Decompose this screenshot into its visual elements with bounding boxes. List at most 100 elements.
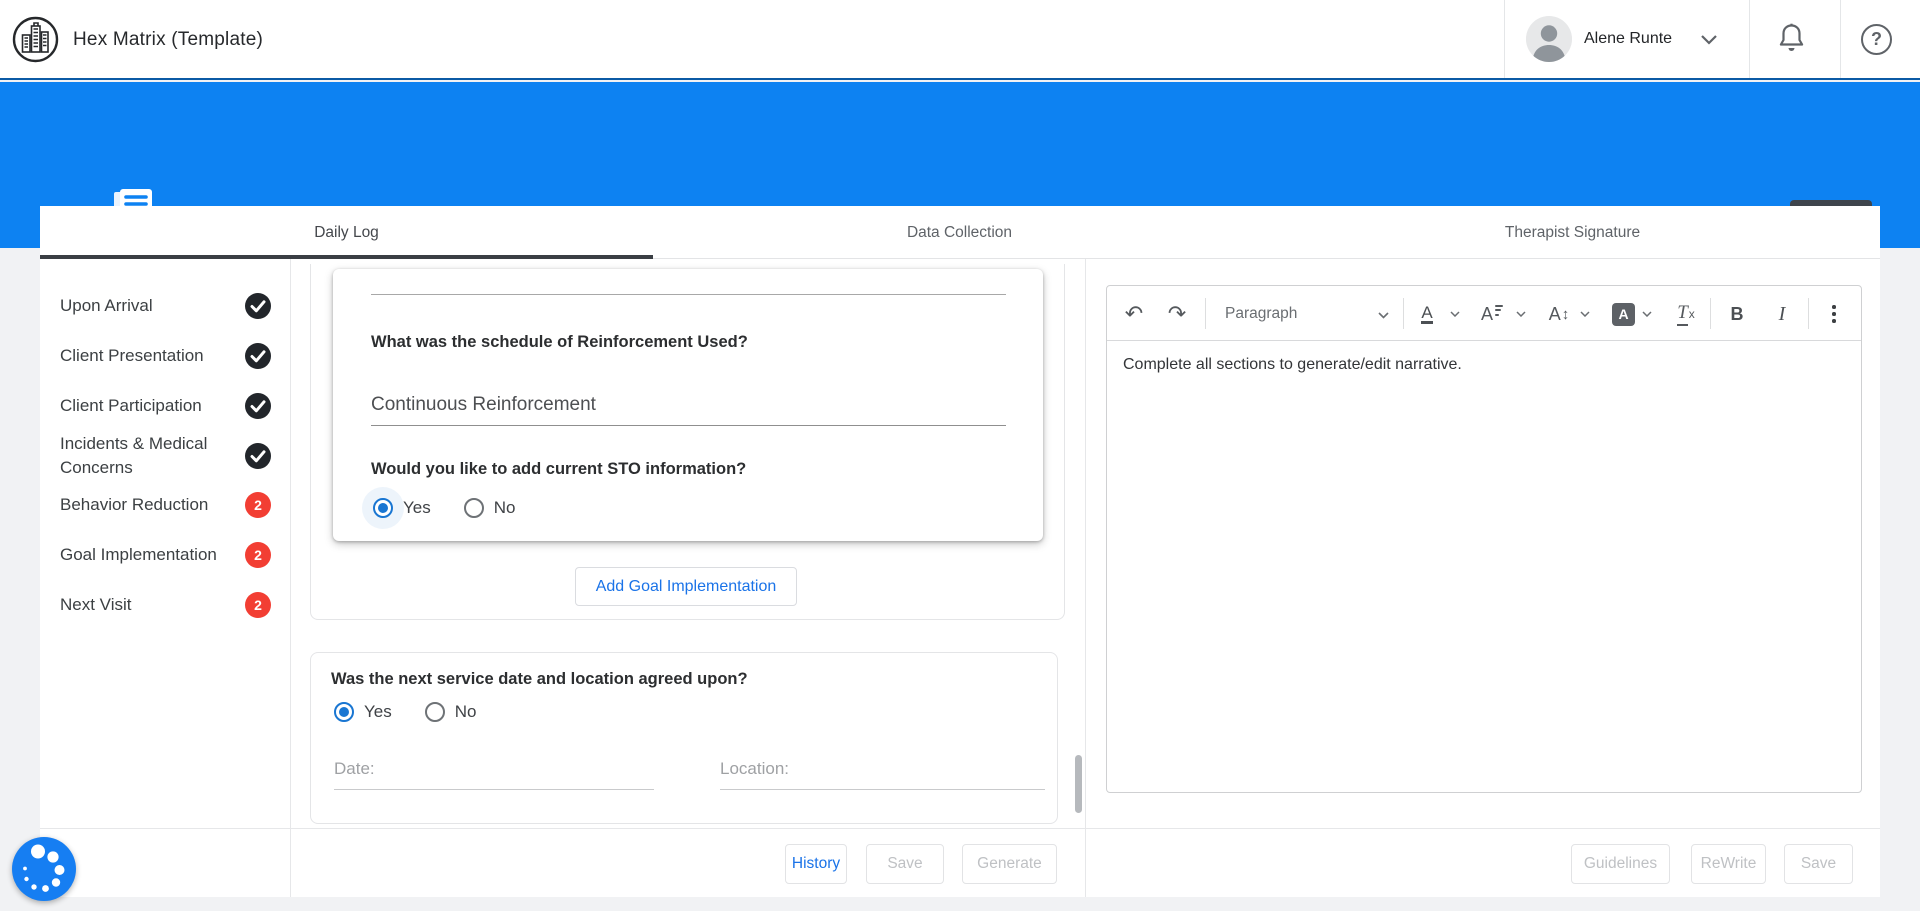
font-color-button[interactable]: A bbox=[1413, 299, 1441, 329]
generate-button[interactable]: Generate bbox=[962, 844, 1057, 884]
paragraph-style-dropdown[interactable]: Paragraph bbox=[1215, 299, 1395, 329]
sto-card: What was the schedule of Reinforcement U… bbox=[333, 269, 1043, 541]
line-height-button[interactable]: A ↕ bbox=[1542, 299, 1576, 329]
line-height-icon: A bbox=[1549, 304, 1561, 325]
italic-button[interactable]: I bbox=[1767, 299, 1797, 329]
sidebar-item-incidents-medical[interactable]: Incidents & Medical Concerns bbox=[60, 432, 275, 480]
save-form-button[interactable]: Save bbox=[866, 844, 944, 884]
date-input[interactable] bbox=[334, 759, 654, 790]
next-visit-radio-group: Yes No bbox=[334, 697, 476, 727]
check-icon bbox=[245, 443, 271, 469]
check-icon bbox=[245, 343, 271, 369]
topbar-divider bbox=[1504, 0, 1505, 78]
company-logo-icon bbox=[12, 16, 59, 63]
editor-toolbar: ↶ ↷ Paragraph A bbox=[1107, 286, 1861, 341]
italic-icon: I bbox=[1779, 303, 1786, 326]
toolbar-divider bbox=[1710, 298, 1711, 329]
chevron-down-icon bbox=[1580, 311, 1590, 317]
count-badge: 2 bbox=[245, 492, 271, 518]
more-options-button[interactable] bbox=[1819, 299, 1849, 329]
narrative-text-area[interactable]: Complete all sections to generate/edit n… bbox=[1107, 341, 1861, 794]
notifications-button[interactable] bbox=[1774, 0, 1808, 78]
reinforcement-schedule-input[interactable] bbox=[371, 394, 1006, 426]
chevron-down-icon bbox=[1642, 311, 1652, 317]
font-size-button[interactable]: A bbox=[1476, 299, 1508, 329]
sidebar-item-behavior-reduction[interactable]: Behavior Reduction 2 bbox=[60, 493, 275, 523]
tab-daily-log[interactable]: Daily Log bbox=[40, 206, 653, 259]
toolbar-divider bbox=[1403, 298, 1404, 329]
top-app-bar: Hex Matrix (Template) Alene Runte bbox=[0, 0, 1920, 80]
remove-format-icon: T bbox=[1677, 302, 1688, 326]
question-mark-icon: ? bbox=[1861, 24, 1892, 55]
sidebar-item-goal-implementation[interactable]: Goal Implementation 2 bbox=[60, 543, 275, 573]
topbar-divider bbox=[1749, 0, 1750, 78]
redo-icon: ↷ bbox=[1168, 301, 1186, 327]
avatar bbox=[1526, 16, 1572, 62]
font-size-dropdown[interactable] bbox=[1513, 299, 1529, 329]
toolbar-divider bbox=[1205, 298, 1206, 329]
guidelines-button[interactable]: Guidelines bbox=[1571, 844, 1670, 884]
chat-widget-button[interactable] bbox=[12, 837, 76, 901]
screen: Hex Matrix (Template) Alene Runte bbox=[0, 0, 1920, 911]
field-divider bbox=[371, 294, 1006, 295]
sidebar-item-next-visit[interactable]: Next Visit 2 bbox=[60, 593, 275, 623]
next-visit-card: Was the next service date and location a… bbox=[310, 652, 1058, 824]
question-reinforcement-schedule: What was the schedule of Reinforcement U… bbox=[371, 333, 748, 352]
user-menu[interactable]: Alene Runte bbox=[1514, 0, 1739, 78]
topbar-divider bbox=[1840, 0, 1841, 78]
chevron-down-icon bbox=[1450, 311, 1460, 317]
rewrite-button[interactable]: ReWrite bbox=[1691, 844, 1766, 884]
redo-button[interactable]: ↷ bbox=[1163, 299, 1191, 329]
radio-button[interactable] bbox=[334, 702, 354, 722]
editor-divider bbox=[1085, 259, 1086, 897]
toolbar-divider bbox=[1808, 298, 1809, 329]
active-tab-indicator bbox=[40, 255, 653, 259]
radio-button[interactable] bbox=[373, 498, 393, 518]
font-size-icon bbox=[1495, 305, 1503, 316]
app-title: Hex Matrix (Template) bbox=[73, 0, 263, 80]
count-badge: 2 bbox=[245, 592, 271, 618]
line-height-icon: ↕ bbox=[1562, 306, 1570, 323]
radio-option-no[interactable]: No bbox=[464, 498, 516, 518]
add-goal-implementation-button[interactable]: Add Goal Implementation bbox=[575, 567, 797, 606]
radio-button[interactable] bbox=[464, 498, 484, 518]
tab-therapist-signature[interactable]: Therapist Signature bbox=[1266, 206, 1879, 259]
radio-button[interactable] bbox=[425, 702, 445, 722]
undo-button[interactable]: ↶ bbox=[1120, 299, 1148, 329]
location-input[interactable] bbox=[720, 759, 1045, 790]
remove-format-button[interactable]: Tx bbox=[1670, 299, 1702, 329]
save-narrative-button[interactable]: Save bbox=[1784, 844, 1853, 884]
more-options-icon bbox=[1832, 305, 1836, 323]
history-button[interactable]: History bbox=[785, 844, 847, 884]
scrollbar-thumb[interactable] bbox=[1075, 755, 1082, 813]
sto-radio-group: Yes No bbox=[373, 493, 515, 523]
radio-option-yes[interactable]: Yes bbox=[334, 702, 392, 722]
highlight-color-dropdown[interactable] bbox=[1639, 299, 1655, 329]
highlight-color-button[interactable]: A bbox=[1610, 299, 1637, 329]
sidebar-item-upon-arrival[interactable]: Upon Arrival bbox=[60, 294, 275, 324]
question-sto-info: Would you like to add current STO inform… bbox=[371, 460, 746, 479]
radio-option-no[interactable]: No bbox=[425, 702, 477, 722]
bold-button[interactable]: B bbox=[1722, 299, 1752, 329]
question-next-service: Was the next service date and location a… bbox=[331, 670, 748, 689]
font-color-dropdown[interactable] bbox=[1447, 299, 1463, 329]
radio-option-yes[interactable]: Yes bbox=[373, 498, 431, 518]
chevron-down-icon bbox=[1378, 307, 1389, 322]
sidebar-item-client-participation[interactable]: Client Participation bbox=[60, 394, 275, 424]
sidebar-item-client-presentation[interactable]: Client Presentation bbox=[60, 344, 275, 374]
bold-icon: B bbox=[1731, 304, 1744, 325]
user-name: Alene Runte bbox=[1584, 0, 1672, 78]
tab-data-collection[interactable]: Data Collection bbox=[653, 206, 1266, 259]
check-icon bbox=[245, 293, 271, 319]
count-badge: 2 bbox=[245, 542, 271, 568]
sidebar-divider bbox=[290, 259, 291, 897]
chevron-down-icon bbox=[1516, 311, 1526, 317]
help-button[interactable]: ? bbox=[1861, 0, 1895, 78]
check-icon bbox=[245, 393, 271, 419]
highlight-color-icon: A bbox=[1612, 303, 1635, 326]
narrative-editor: ↶ ↷ Paragraph A bbox=[1106, 285, 1862, 793]
font-color-icon: A bbox=[1421, 304, 1432, 324]
line-height-dropdown[interactable] bbox=[1577, 299, 1593, 329]
bell-icon bbox=[1777, 41, 1806, 56]
undo-icon: ↶ bbox=[1125, 301, 1143, 327]
